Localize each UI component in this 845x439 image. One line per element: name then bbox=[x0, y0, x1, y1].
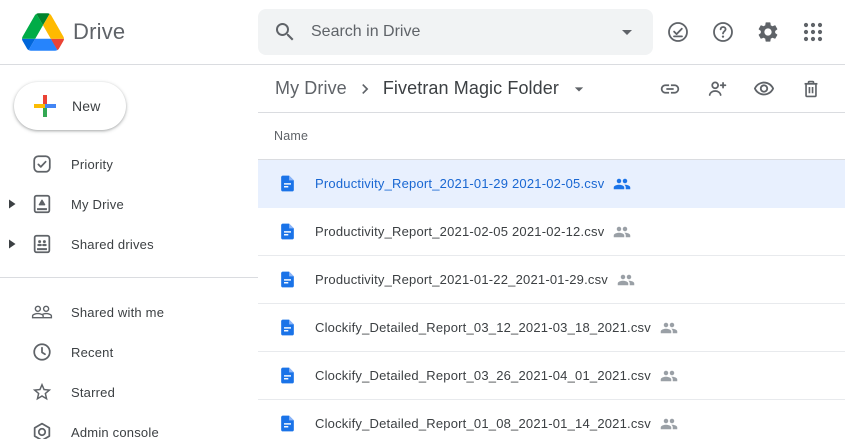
file-list: Productivity_Report_2021-01-29 2021-02-0… bbox=[258, 160, 845, 439]
sidebar-item-label: Starred bbox=[71, 385, 115, 400]
csv-file-icon bbox=[278, 172, 297, 195]
sidebar-item-shared-with-me[interactable]: Shared with me bbox=[0, 292, 258, 332]
sidebar-item-label: Shared drives bbox=[71, 237, 154, 252]
folder-menu-caret-icon[interactable] bbox=[569, 79, 589, 99]
breadcrumb-current-folder[interactable]: Fivetran Magic Folder bbox=[381, 78, 561, 99]
top-bar: Drive bbox=[0, 0, 845, 65]
file-name: Clockify_Detailed_Report_03_26_2021-04_0… bbox=[315, 368, 651, 383]
breadcrumb-my-drive[interactable]: My Drive bbox=[273, 78, 349, 99]
file-row[interactable]: Productivity_Report_2021-01-22_2021-01-2… bbox=[258, 256, 845, 304]
shared-people-icon bbox=[613, 223, 631, 241]
file-row[interactable]: Clockify_Detailed_Report_03_26_2021-04_0… bbox=[258, 352, 845, 400]
sidebar-item-label: Shared with me bbox=[71, 305, 164, 320]
settings-button[interactable] bbox=[748, 12, 788, 52]
csv-file-icon bbox=[278, 316, 297, 339]
sidebar-item-label: Admin console bbox=[71, 425, 159, 439]
csv-file-icon bbox=[278, 364, 297, 387]
sidebar-nav: Priority My Drive bbox=[0, 144, 258, 439]
trash-icon bbox=[800, 78, 822, 100]
csv-file-icon bbox=[278, 220, 297, 243]
file-name: Productivity_Report_2021-01-22_2021-01-2… bbox=[315, 272, 608, 287]
shared-people-icon bbox=[660, 367, 678, 385]
search-options-caret-icon[interactable] bbox=[615, 20, 639, 44]
ready-for-offline-icon bbox=[666, 20, 690, 44]
sidebar-item-shared-drives[interactable]: Shared drives bbox=[0, 224, 258, 264]
multicolor-plus-icon bbox=[32, 93, 58, 119]
sidebar-item-my-drive[interactable]: My Drive bbox=[0, 184, 258, 224]
file-name: Clockify_Detailed_Report_01_08_2021-01_1… bbox=[315, 416, 651, 431]
help-button[interactable] bbox=[703, 12, 743, 52]
google-apps-button[interactable] bbox=[793, 12, 833, 52]
google-drive-app: Drive bbox=[0, 0, 845, 439]
sidebar-item-admin-console[interactable]: Admin console bbox=[0, 412, 258, 439]
shared-people-icon bbox=[617, 271, 635, 289]
people-icon bbox=[30, 301, 54, 323]
drive-logo-area[interactable]: Drive bbox=[0, 13, 258, 51]
file-name: Productivity_Report_2021-01-29 2021-02-0… bbox=[315, 176, 604, 191]
my-drive-icon bbox=[30, 193, 54, 215]
sidebar-item-label: Priority bbox=[71, 157, 113, 172]
sidebar: New Priority bbox=[0, 65, 258, 439]
clock-icon bbox=[30, 341, 54, 363]
main-area: New Priority bbox=[0, 65, 845, 439]
share-button[interactable] bbox=[697, 69, 737, 109]
admin-console-icon bbox=[30, 421, 54, 439]
shared-people-icon bbox=[660, 319, 678, 337]
expand-arrow-icon[interactable] bbox=[7, 199, 27, 209]
shared-people-icon bbox=[613, 175, 631, 193]
name-column-header[interactable]: Name bbox=[274, 129, 308, 143]
search-icon[interactable] bbox=[273, 20, 297, 44]
person-add-icon bbox=[706, 78, 728, 100]
chevron-right-icon bbox=[355, 79, 375, 99]
shared-drives-icon bbox=[30, 233, 54, 255]
file-name: Clockify_Detailed_Report_03_12_2021-03_1… bbox=[315, 320, 651, 335]
file-name: Productivity_Report_2021-02-05 2021-02-1… bbox=[315, 224, 604, 239]
topbar-actions bbox=[653, 12, 845, 52]
eye-icon bbox=[753, 78, 775, 100]
file-list-header[interactable]: Name bbox=[258, 113, 845, 160]
new-button-label: New bbox=[72, 98, 101, 114]
search-input[interactable] bbox=[311, 23, 615, 41]
link-icon bbox=[659, 78, 681, 100]
sidebar-item-label: My Drive bbox=[71, 197, 124, 212]
file-row[interactable]: Productivity_Report_2021-02-05 2021-02-1… bbox=[258, 208, 845, 256]
new-button[interactable]: New bbox=[14, 82, 126, 130]
search-bar[interactable] bbox=[258, 9, 653, 55]
drive-logo-icon bbox=[22, 13, 64, 51]
sidebar-item-label: Recent bbox=[71, 345, 113, 360]
preview-button[interactable] bbox=[744, 69, 784, 109]
priority-icon bbox=[30, 153, 54, 175]
content-area: My Drive Fivetran Magic Folder bbox=[258, 65, 845, 439]
app-name: Drive bbox=[73, 19, 125, 45]
help-icon bbox=[711, 20, 735, 44]
file-row[interactable]: Productivity_Report_2021-01-29 2021-02-0… bbox=[258, 160, 845, 208]
file-row[interactable]: Clockify_Detailed_Report_03_12_2021-03_1… bbox=[258, 304, 845, 352]
sidebar-item-recent[interactable]: Recent bbox=[0, 332, 258, 372]
shared-people-icon bbox=[660, 415, 678, 433]
gear-icon bbox=[756, 20, 780, 44]
apps-grid-icon bbox=[801, 20, 825, 44]
csv-file-icon bbox=[278, 268, 297, 291]
star-icon bbox=[30, 381, 54, 403]
file-row[interactable]: Clockify_Detailed_Report_01_08_2021-01_1… bbox=[258, 400, 845, 439]
offline-status-button[interactable] bbox=[658, 12, 698, 52]
folder-toolbar: My Drive Fivetran Magic Folder bbox=[258, 65, 845, 113]
expand-arrow-icon[interactable] bbox=[7, 239, 27, 249]
delete-button[interactable] bbox=[791, 69, 831, 109]
sidebar-item-starred[interactable]: Starred bbox=[0, 372, 258, 412]
sidebar-divider bbox=[0, 277, 258, 278]
sidebar-item-priority[interactable]: Priority bbox=[0, 144, 258, 184]
get-link-button[interactable] bbox=[650, 69, 690, 109]
csv-file-icon bbox=[278, 412, 297, 435]
